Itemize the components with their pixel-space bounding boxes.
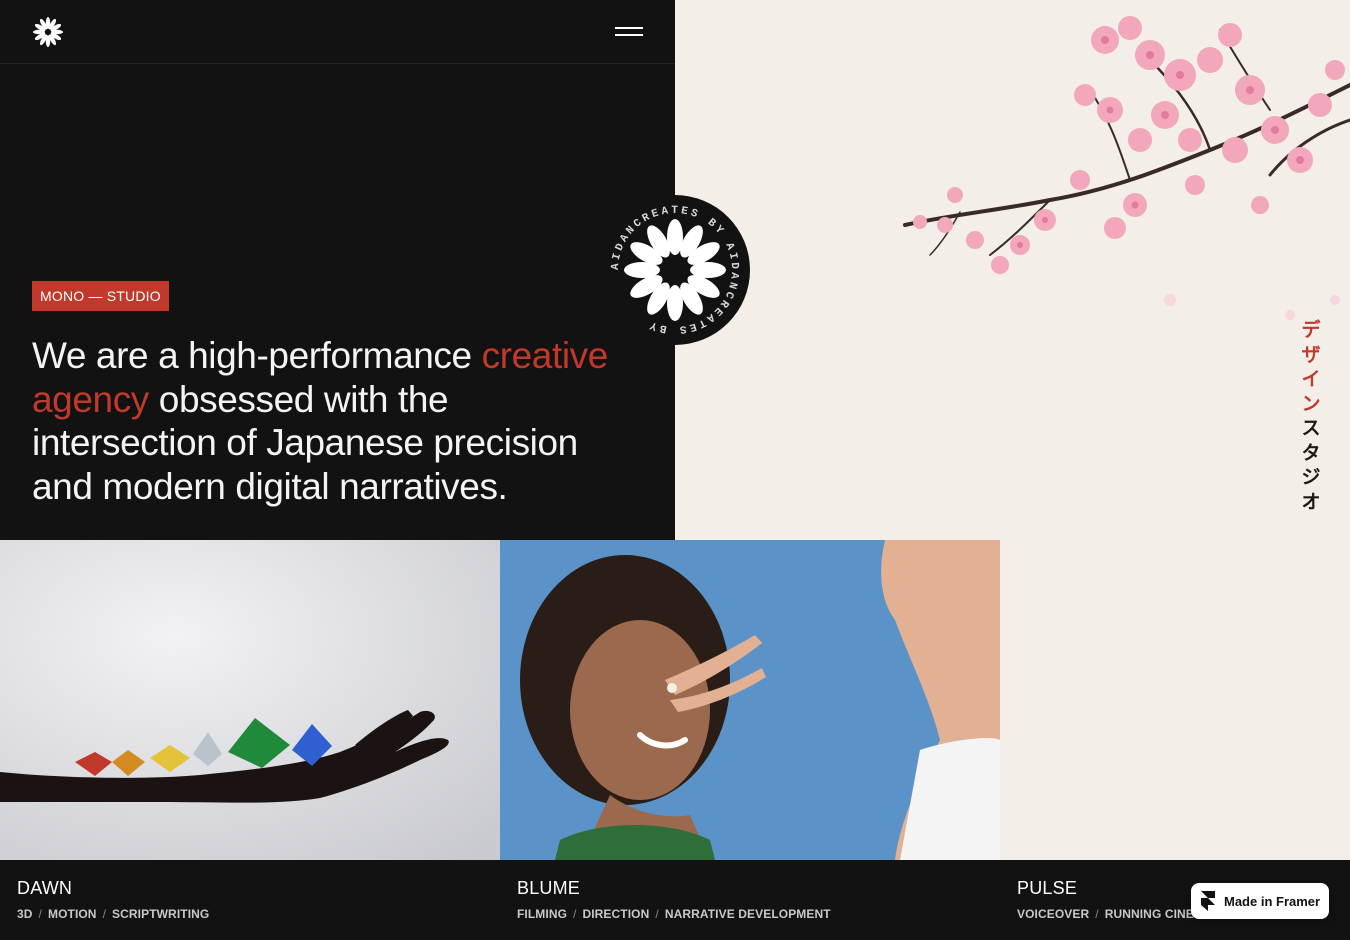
vertical-japanese-text: デザイン スタジオ (1299, 318, 1323, 514)
project-title: PULSE (1017, 878, 1078, 898)
made-in-framer-badge[interactable]: Made in Framer (1191, 883, 1329, 919)
project-tag: SCRIPTWRITING (112, 907, 210, 921)
project-image-pulse (1000, 540, 1350, 860)
tag-separator: / (102, 907, 107, 921)
flower-icon[interactable] (32, 16, 64, 48)
tag-separator: / (573, 907, 577, 921)
cherry-blossom-image (903, 16, 1350, 320)
project-card-pulse[interactable]: PULSE VOICEOVER / RUNNING CINE (1000, 540, 1350, 940)
project-card-blume[interactable]: BLUME FILMING / DIRECTION / NARRATIVE DEVELO… (500, 540, 1000, 940)
project-tags: FILMING / DIRECTION / NARRATIVE DEVELOPMENT (517, 907, 831, 921)
project-tag: FILMING (517, 907, 568, 921)
project-tag: VOICEOVER (1017, 907, 1090, 921)
project-image-dawn (0, 540, 500, 860)
rotating-stamp-badge: AIDANCREATES BY AIDANCREATES BY (600, 195, 750, 345)
hero-left-panel: MONO — STUDIO We are a high-performance … (0, 0, 675, 540)
framer-badge-label: Made in Framer (1224, 893, 1321, 909)
project-tags: VOICEOVER / RUNNING CINE (1017, 907, 1194, 921)
headline-part-1: We are a high-performance (32, 335, 482, 376)
project-tag: NARRATIVE DEVELOPMENT (664, 907, 831, 921)
project-card-dawn[interactable]: DAWN 3D / MOTION / SCRIPTWRITING (0, 540, 500, 940)
project-image-blume (500, 540, 1000, 860)
project-tag: MOTION (47, 907, 97, 921)
vertical-text-studio: スタジオ (1301, 417, 1321, 513)
project-title: BLUME (517, 878, 581, 898)
vertical-text-design: デザイン (1301, 319, 1321, 415)
framer-logo-icon (1201, 891, 1215, 911)
hamburger-menu-icon[interactable] (612, 22, 646, 42)
menu-line-top (615, 27, 643, 29)
project-tag: DIRECTION (582, 907, 650, 921)
studio-badge: MONO — STUDIO (32, 281, 169, 311)
project-tags: 3D / MOTION / SCRIPTWRITING (17, 907, 209, 921)
tag-separator: / (38, 907, 42, 921)
tag-separator: / (1095, 907, 1099, 921)
top-navigation-bar (0, 0, 675, 64)
menu-line-bottom (615, 34, 643, 36)
tag-separator: / (655, 907, 659, 921)
project-tag: RUNNING CINE (1104, 907, 1194, 921)
project-title: DAWN (17, 878, 73, 898)
hero-headline: We are a high-performance creative agenc… (32, 334, 642, 508)
project-tag: 3D (17, 907, 33, 921)
